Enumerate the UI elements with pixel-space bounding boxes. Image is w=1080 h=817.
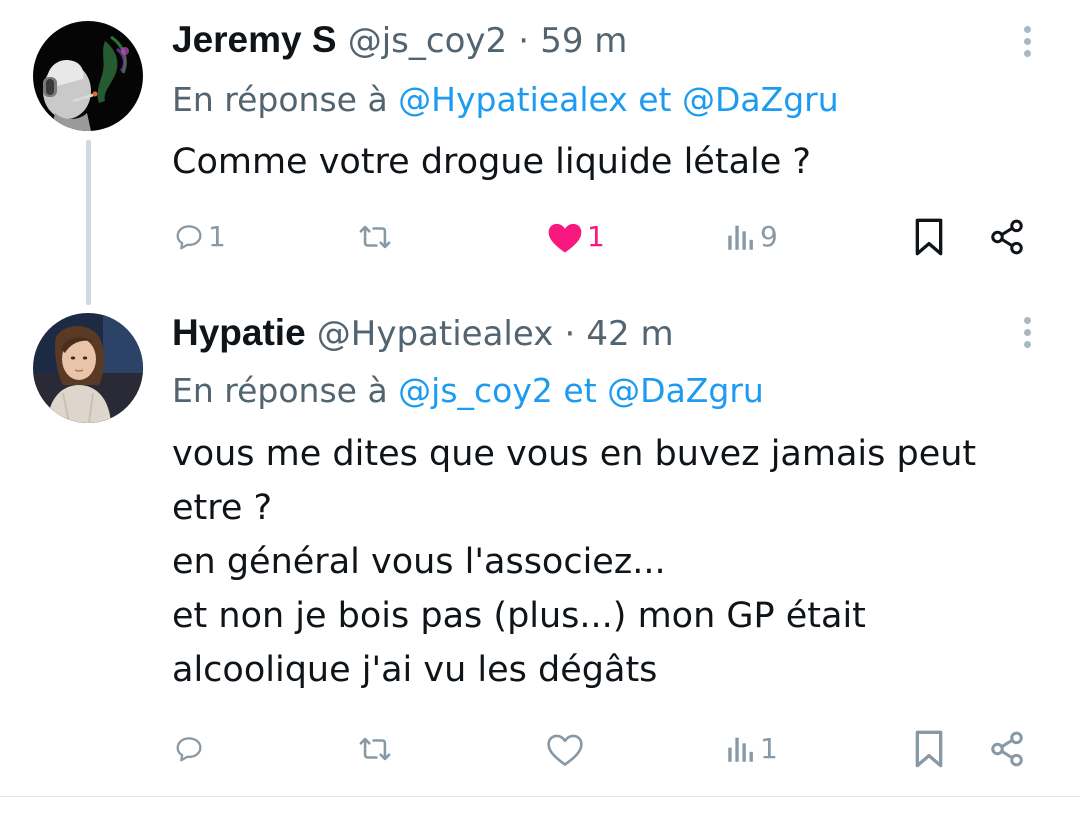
reply-icon bbox=[176, 225, 202, 250]
tweet-text: Comme votre drogue liquide létale ? bbox=[172, 135, 1042, 189]
reply-count: 1 bbox=[208, 220, 226, 253]
more-vertical-icon[interactable] bbox=[1022, 26, 1032, 66]
avatar-image bbox=[33, 313, 143, 423]
share-icon bbox=[991, 219, 1023, 255]
like-count: 1 bbox=[587, 220, 605, 253]
heart-outline-icon bbox=[547, 734, 583, 766]
tweet-divider bbox=[0, 796, 1080, 797]
reply-context: En réponse à @js_coy2 et @DaZgru bbox=[172, 370, 764, 412]
reply-context: En réponse à @Hypatiealex et @DaZgru bbox=[172, 79, 839, 121]
timestamp[interactable]: 59 m bbox=[540, 21, 627, 61]
retweet-icon bbox=[359, 225, 391, 249]
user-handle[interactable]: @js_coy2 bbox=[348, 21, 507, 61]
bookmark-button[interactable] bbox=[912, 212, 946, 262]
reply-button[interactable]: 1 bbox=[172, 212, 226, 262]
views-icon bbox=[728, 225, 753, 250]
reply-button[interactable] bbox=[172, 724, 208, 774]
bookmark-icon bbox=[915, 218, 943, 256]
avatar-jeremy[interactable] bbox=[33, 21, 143, 131]
views-count: 9 bbox=[760, 220, 778, 253]
retweet-icon bbox=[359, 737, 391, 761]
reply-prefix: En réponse à bbox=[172, 80, 388, 119]
reply-icon bbox=[176, 737, 202, 762]
views-button[interactable]: 9 bbox=[724, 212, 778, 262]
tweet-header: Hypatie @Hypatiealex · 42 m bbox=[172, 311, 674, 355]
reply-mention[interactable]: @DaZgru bbox=[682, 80, 839, 119]
reply-mention[interactable]: @js_coy2 bbox=[398, 371, 553, 410]
avatar-image bbox=[33, 21, 143, 131]
views-button[interactable]: 1 bbox=[724, 724, 778, 774]
tweet-text-line: Comme votre drogue liquide létale ? bbox=[172, 142, 811, 182]
bookmark-icon bbox=[915, 730, 943, 768]
tweet-text-line: alcoolique j'ai vu les dégâts bbox=[172, 650, 658, 690]
like-button[interactable]: 1 bbox=[545, 212, 605, 262]
tweet-text-line: en général vous l'associez... bbox=[172, 542, 666, 582]
reply-joiner: et bbox=[638, 80, 672, 119]
timestamp[interactable]: 42 m bbox=[586, 314, 673, 354]
heart-filled-icon bbox=[548, 223, 582, 253]
tweet-actions: 1 1 9 bbox=[0, 212, 1080, 262]
tweet-jeremy[interactable]: Jeremy S @js_coy2 · 59 m En réponse à @H… bbox=[0, 0, 1080, 305]
display-name[interactable]: Hypatie bbox=[172, 312, 306, 353]
reply-mention[interactable]: @Hypatiealex bbox=[398, 80, 628, 119]
tweet-actions: 1 bbox=[0, 724, 1080, 774]
retweet-button[interactable] bbox=[355, 724, 397, 774]
reply-mention[interactable]: @DaZgru bbox=[607, 371, 764, 410]
views-icon bbox=[728, 737, 753, 762]
share-icon bbox=[991, 731, 1023, 767]
separator-dot: · bbox=[564, 314, 576, 354]
display-name[interactable]: Jeremy S bbox=[172, 19, 337, 60]
share-button[interactable] bbox=[988, 212, 1026, 262]
tweet-text: vous me dites que vous en buvez jamais p… bbox=[172, 427, 1042, 697]
retweet-button[interactable] bbox=[355, 212, 397, 262]
views-count: 1 bbox=[760, 732, 778, 765]
separator-dot: · bbox=[518, 21, 530, 61]
tweet-header: Jeremy S @js_coy2 · 59 m bbox=[172, 18, 627, 62]
tweet-text-line: vous me dites que vous en buvez jamais p… bbox=[172, 434, 977, 474]
tweet-hypatie[interactable]: Hypatie @Hypatiealex · 42 m En réponse à… bbox=[0, 300, 1080, 796]
share-button[interactable] bbox=[988, 724, 1026, 774]
avatar-hypatie[interactable] bbox=[33, 313, 143, 423]
bookmark-button[interactable] bbox=[912, 724, 946, 774]
like-button[interactable] bbox=[545, 724, 587, 774]
tweet-text-line: et non je bois pas (plus...) mon GP étai… bbox=[172, 596, 866, 636]
user-handle[interactable]: @Hypatiealex bbox=[317, 314, 554, 354]
more-vertical-icon[interactable] bbox=[1022, 317, 1032, 357]
reply-joiner: et bbox=[563, 371, 597, 410]
reply-prefix: En réponse à bbox=[172, 371, 388, 410]
tweet-text-line: etre ? bbox=[172, 488, 273, 528]
